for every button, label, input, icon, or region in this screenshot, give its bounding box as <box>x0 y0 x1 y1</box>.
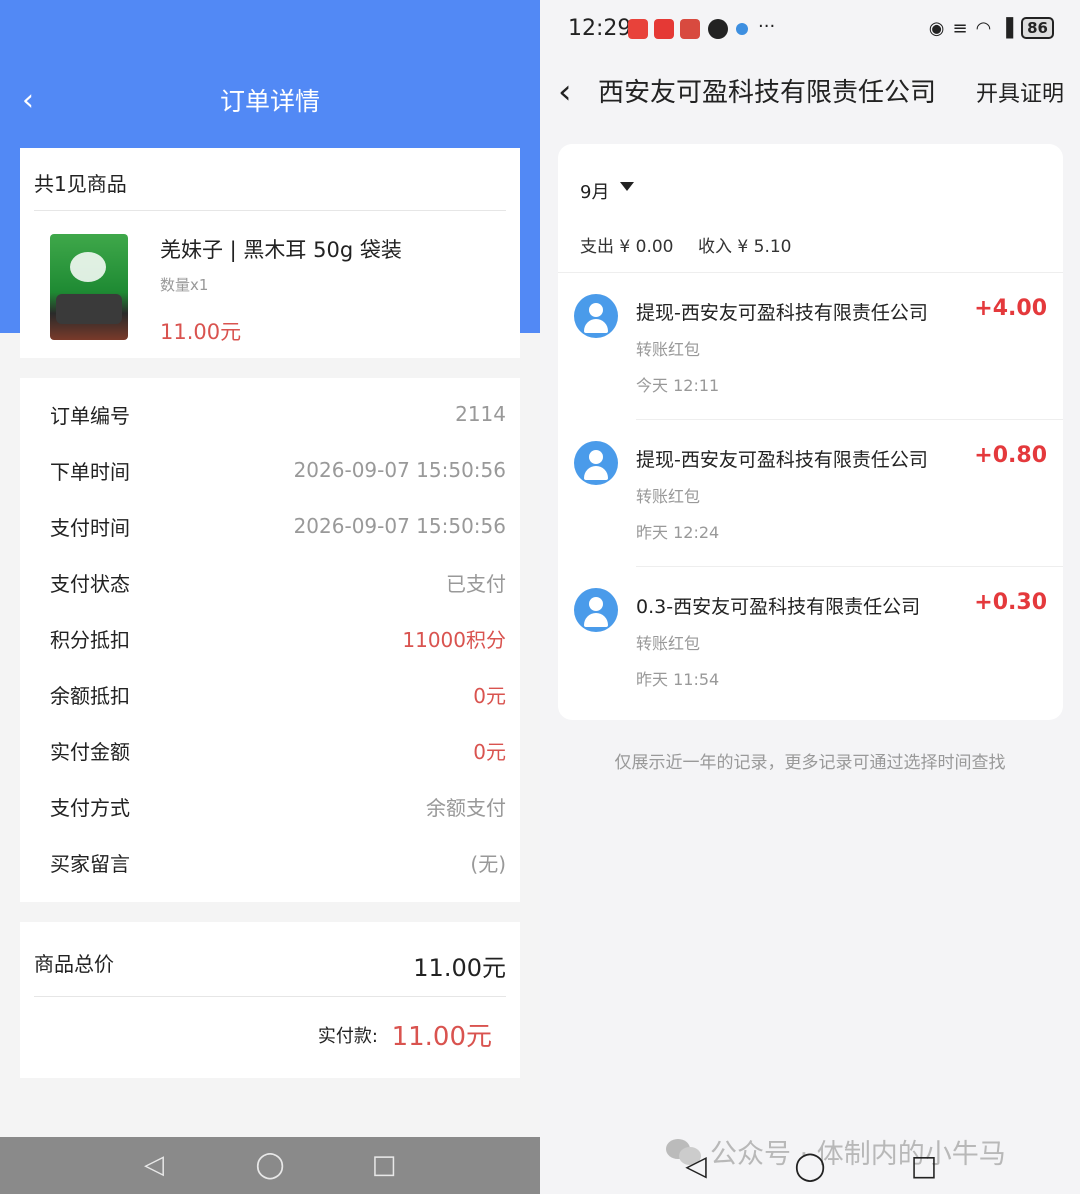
info-label: 订单编号 <box>50 403 130 428</box>
info-row: 实付金额 0元 <box>50 730 506 770</box>
info-value: 2026-09-07 15:50:56 <box>293 458 506 482</box>
info-row: 下单时间 2026-09-07 15:50:56 <box>50 450 506 490</box>
divider <box>558 272 1063 273</box>
info-value: 余额支付 <box>426 795 506 820</box>
triangle-back-icon[interactable]: ◁ <box>680 1150 712 1182</box>
battery-icon: 86 <box>1021 17 1054 39</box>
qq-icon <box>708 19 728 39</box>
watermark: 公众号 · 体制内的小牛马 <box>666 1132 1006 1171</box>
product-quantity: 数量x1 <box>160 276 209 294</box>
transaction-row[interactable]: 提现-西安友可盈科技有限责任公司 +0.80 转账红包 昨天 12:24 <box>558 421 1063 567</box>
info-label: 支付状态 <box>50 571 130 596</box>
info-label: 买家留言 <box>50 851 130 876</box>
month-selector[interactable]: 9月 <box>580 178 609 204</box>
info-row: 积分抵扣 11000积分 <box>50 618 506 658</box>
page-title: 西安友可盈科技有限责任公司 <box>598 78 937 108</box>
info-value: 已支付 <box>446 571 506 596</box>
caret-down-icon[interactable] <box>620 182 634 191</box>
clock: 12:29 <box>568 16 632 41</box>
divider <box>636 419 1063 420</box>
expense-summary: 支出 ¥ 0.00 <box>580 237 674 257</box>
wifi-icon: ◠ <box>975 17 992 39</box>
info-row: 支付方式 余额支付 <box>50 786 506 826</box>
more-notifications-icon: ··· <box>758 16 776 37</box>
total-card: 商品总价 11.00元 实付款: 11.00元 <box>20 922 520 1078</box>
info-row: 订单编号 2114 <box>50 394 506 434</box>
user-avatar-icon <box>574 441 618 485</box>
info-row: 买家留言 (无) <box>50 842 506 882</box>
info-row: 支付时间 2026-09-07 15:50:56 <box>50 506 506 546</box>
transaction-type: 转账红包 <box>636 487 701 506</box>
order-info-card: 订单编号 2114 下单时间 2026-09-07 15:50:56 支付时间 … <box>20 378 520 902</box>
watermark-text: 公众号 · 体制内的小牛马 <box>710 1139 1006 1170</box>
circle-home-icon[interactable]: ◯ <box>794 1150 826 1182</box>
info-value: 11000积分 <box>402 627 506 652</box>
product-name[interactable]: 羌妹子 | 黑木耳 50g 袋装 <box>160 234 402 264</box>
transaction-row[interactable]: 提现-西安友可盈科技有限责任公司 +4.00 转账红包 今天 12:11 <box>558 274 1063 420</box>
info-row: 余额抵扣 0元 <box>50 674 506 714</box>
total-label: 商品总价 <box>34 952 114 976</box>
product-thumbnail[interactable] <box>50 234 128 340</box>
info-value: 2114 <box>455 402 506 426</box>
info-row: 支付状态 已支付 <box>50 562 506 602</box>
info-label: 支付方式 <box>50 795 130 820</box>
records-footnote: 仅展示近一年的记录，更多记录可通过选择时间查找 <box>614 753 1006 773</box>
transaction-name: 提现-西安友可盈科技有限责任公司 <box>636 302 928 324</box>
divider <box>34 996 506 997</box>
page-title: 订单详情 <box>219 87 320 116</box>
goods-card: 共1见商品 羌妹子 | 黑木耳 50g 袋装 数量x1 11.00元 <box>20 148 520 358</box>
status-icons: ◉ ≡ ◠ ▐ 86 <box>929 17 1054 39</box>
eye-icon: ◉ <box>928 17 945 39</box>
issue-certificate-button[interactable]: 开具证明 <box>976 76 1064 108</box>
info-value: 0元 <box>473 683 506 708</box>
user-avatar-icon <box>574 294 618 338</box>
info-value: (无) <box>470 851 506 876</box>
paid-value: 11.00元 <box>391 1022 492 1052</box>
app-notification-icon <box>628 19 648 39</box>
total-value: 11.00元 <box>413 954 506 982</box>
square-recents-icon[interactable]: □ <box>908 1150 940 1182</box>
income-summary: 收入 ¥ 5.10 <box>698 237 792 257</box>
info-label: 积分抵扣 <box>50 627 130 652</box>
system-nav-bar: ◁ ◯ □ <box>0 1137 540 1194</box>
app-notification-icon <box>654 19 674 39</box>
paid-label: 实付款: <box>317 1026 378 1047</box>
browser-icon <box>736 23 748 35</box>
transaction-type: 转账红包 <box>636 340 701 359</box>
transaction-name: 0.3-西安友可盈科技有限责任公司 <box>636 596 921 618</box>
divider <box>636 566 1063 567</box>
status-bar: 12:29 ··· ◉ ≡ ◠ ▐ 86 <box>540 0 1080 60</box>
info-label: 余额抵扣 <box>50 683 130 708</box>
transaction-name: 提现-西安友可盈科技有限责任公司 <box>636 449 928 471</box>
order-detail-screen: ‹ 订单详情 共1见商品 羌妹子 | 黑木耳 50g 袋装 数量x1 11.00… <box>0 0 540 1194</box>
info-label: 下单时间 <box>50 459 130 484</box>
user-avatar-icon <box>574 588 618 632</box>
goods-count-label: 共1见商品 <box>34 172 127 196</box>
transaction-amount: +4.00 <box>974 296 1047 321</box>
transaction-amount: +0.30 <box>974 590 1047 615</box>
app-notification-icon <box>680 19 700 39</box>
back-chevron-icon[interactable]: ‹ <box>558 72 572 112</box>
square-recents-icon[interactable]: □ <box>368 1149 400 1181</box>
info-label: 实付金额 <box>50 739 130 764</box>
circle-home-icon[interactable]: ◯ <box>254 1149 286 1181</box>
transaction-type: 转账红包 <box>636 634 701 653</box>
divider <box>34 210 506 211</box>
info-value: 0元 <box>473 739 506 764</box>
signal-icon: ▐ <box>999 17 1014 39</box>
triangle-back-icon[interactable]: ◁ <box>138 1149 170 1181</box>
info-value: 2026-09-07 15:50:56 <box>293 514 506 538</box>
transaction-time: 昨天 12:24 <box>636 523 720 542</box>
transaction-time: 昨天 11:54 <box>636 670 720 689</box>
bill-records-screen: 12:29 ··· ◉ ≡ ◠ ▐ 86 ‹ 西安友可盈科技有限责任公司 开具证… <box>540 0 1080 1194</box>
vibrate-icon: ≡ <box>952 17 968 39</box>
product-price: 11.00元 <box>160 320 242 344</box>
records-card: 9月 支出 ¥ 0.00 收入 ¥ 5.10 提现-西安友可盈科技有限责任公司 … <box>558 144 1063 720</box>
transaction-amount: +0.80 <box>974 443 1047 468</box>
transaction-time: 今天 12:11 <box>636 376 720 395</box>
transaction-row[interactable]: 0.3-西安友可盈科技有限责任公司 +0.30 转账红包 昨天 11:54 <box>558 568 1063 714</box>
info-label: 支付时间 <box>50 515 130 540</box>
